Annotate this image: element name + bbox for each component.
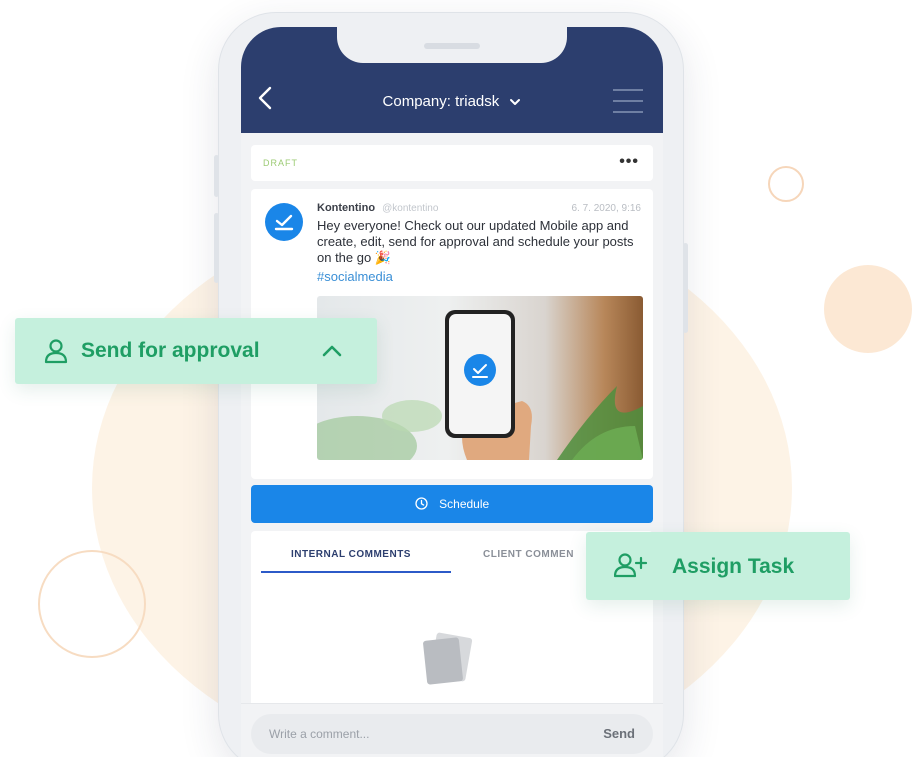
- post-hashtag[interactable]: #socialmedia: [317, 269, 393, 284]
- post-author: Kontentino @kontentino: [317, 202, 438, 214]
- document-stack-icon: [423, 632, 473, 685]
- empty-state-illustration: [419, 629, 475, 687]
- company-selector[interactable]: Company: triadsk: [241, 93, 663, 110]
- phone-frame: Company: triadsk DRAFT ••• Kontentino @k…: [214, 12, 688, 757]
- phone-screen: Company: triadsk DRAFT ••• Kontentino @k…: [241, 27, 663, 757]
- tab-internal-comments[interactable]: INTERNAL COMMENTS: [251, 549, 451, 560]
- post-status-bar: DRAFT •••: [251, 145, 653, 181]
- schedule-label: Schedule: [439, 497, 490, 511]
- phone-side-button: [214, 155, 219, 197]
- avatar: [265, 203, 303, 241]
- phone-side-button: [214, 213, 219, 283]
- schedule-button[interactable]: Schedule: [251, 485, 653, 523]
- user-plus-icon: [614, 553, 648, 578]
- post-date: 6. 7. 2020, 9:16: [571, 203, 641, 214]
- phone-speaker: [424, 43, 480, 49]
- decorative-ring-small: [768, 166, 804, 202]
- assign-task-label: Assign Task: [672, 555, 795, 578]
- send-button[interactable]: Send: [603, 726, 635, 741]
- phone-side-button: [683, 243, 688, 333]
- clock-icon: [415, 497, 428, 510]
- chevron-down-icon: [510, 99, 521, 106]
- active-tab-indicator: [261, 571, 451, 573]
- author-name: Kontentino: [317, 202, 376, 214]
- comment-bar: Write a comment... Send: [241, 703, 663, 757]
- menu-button[interactable]: [613, 87, 647, 117]
- company-label: Company: triadsk: [382, 93, 500, 110]
- more-options-button[interactable]: •••: [619, 153, 639, 171]
- chevron-up-icon: [322, 345, 342, 357]
- comment-input[interactable]: Write a comment... Send: [251, 714, 653, 754]
- send-for-approval-label: Send for approval: [81, 339, 260, 362]
- post-text: Hey everyone! Check out our updated Mobi…: [317, 218, 634, 265]
- author-handle: @kontentino: [382, 203, 439, 214]
- decorative-ring: [38, 550, 146, 658]
- comment-placeholder: Write a comment...: [269, 727, 370, 741]
- tab-client-comments[interactable]: CLIENT COMMEN: [483, 549, 574, 560]
- decorative-dot: [824, 265, 912, 353]
- send-for-approval-button[interactable]: Send for approval: [15, 318, 377, 384]
- status-badge: DRAFT: [263, 158, 298, 168]
- user-icon: [44, 339, 68, 364]
- assign-task-button[interactable]: Assign Task: [586, 532, 850, 600]
- hamburger-menu-icon: [613, 89, 643, 91]
- kontentino-logo-icon: [274, 214, 294, 231]
